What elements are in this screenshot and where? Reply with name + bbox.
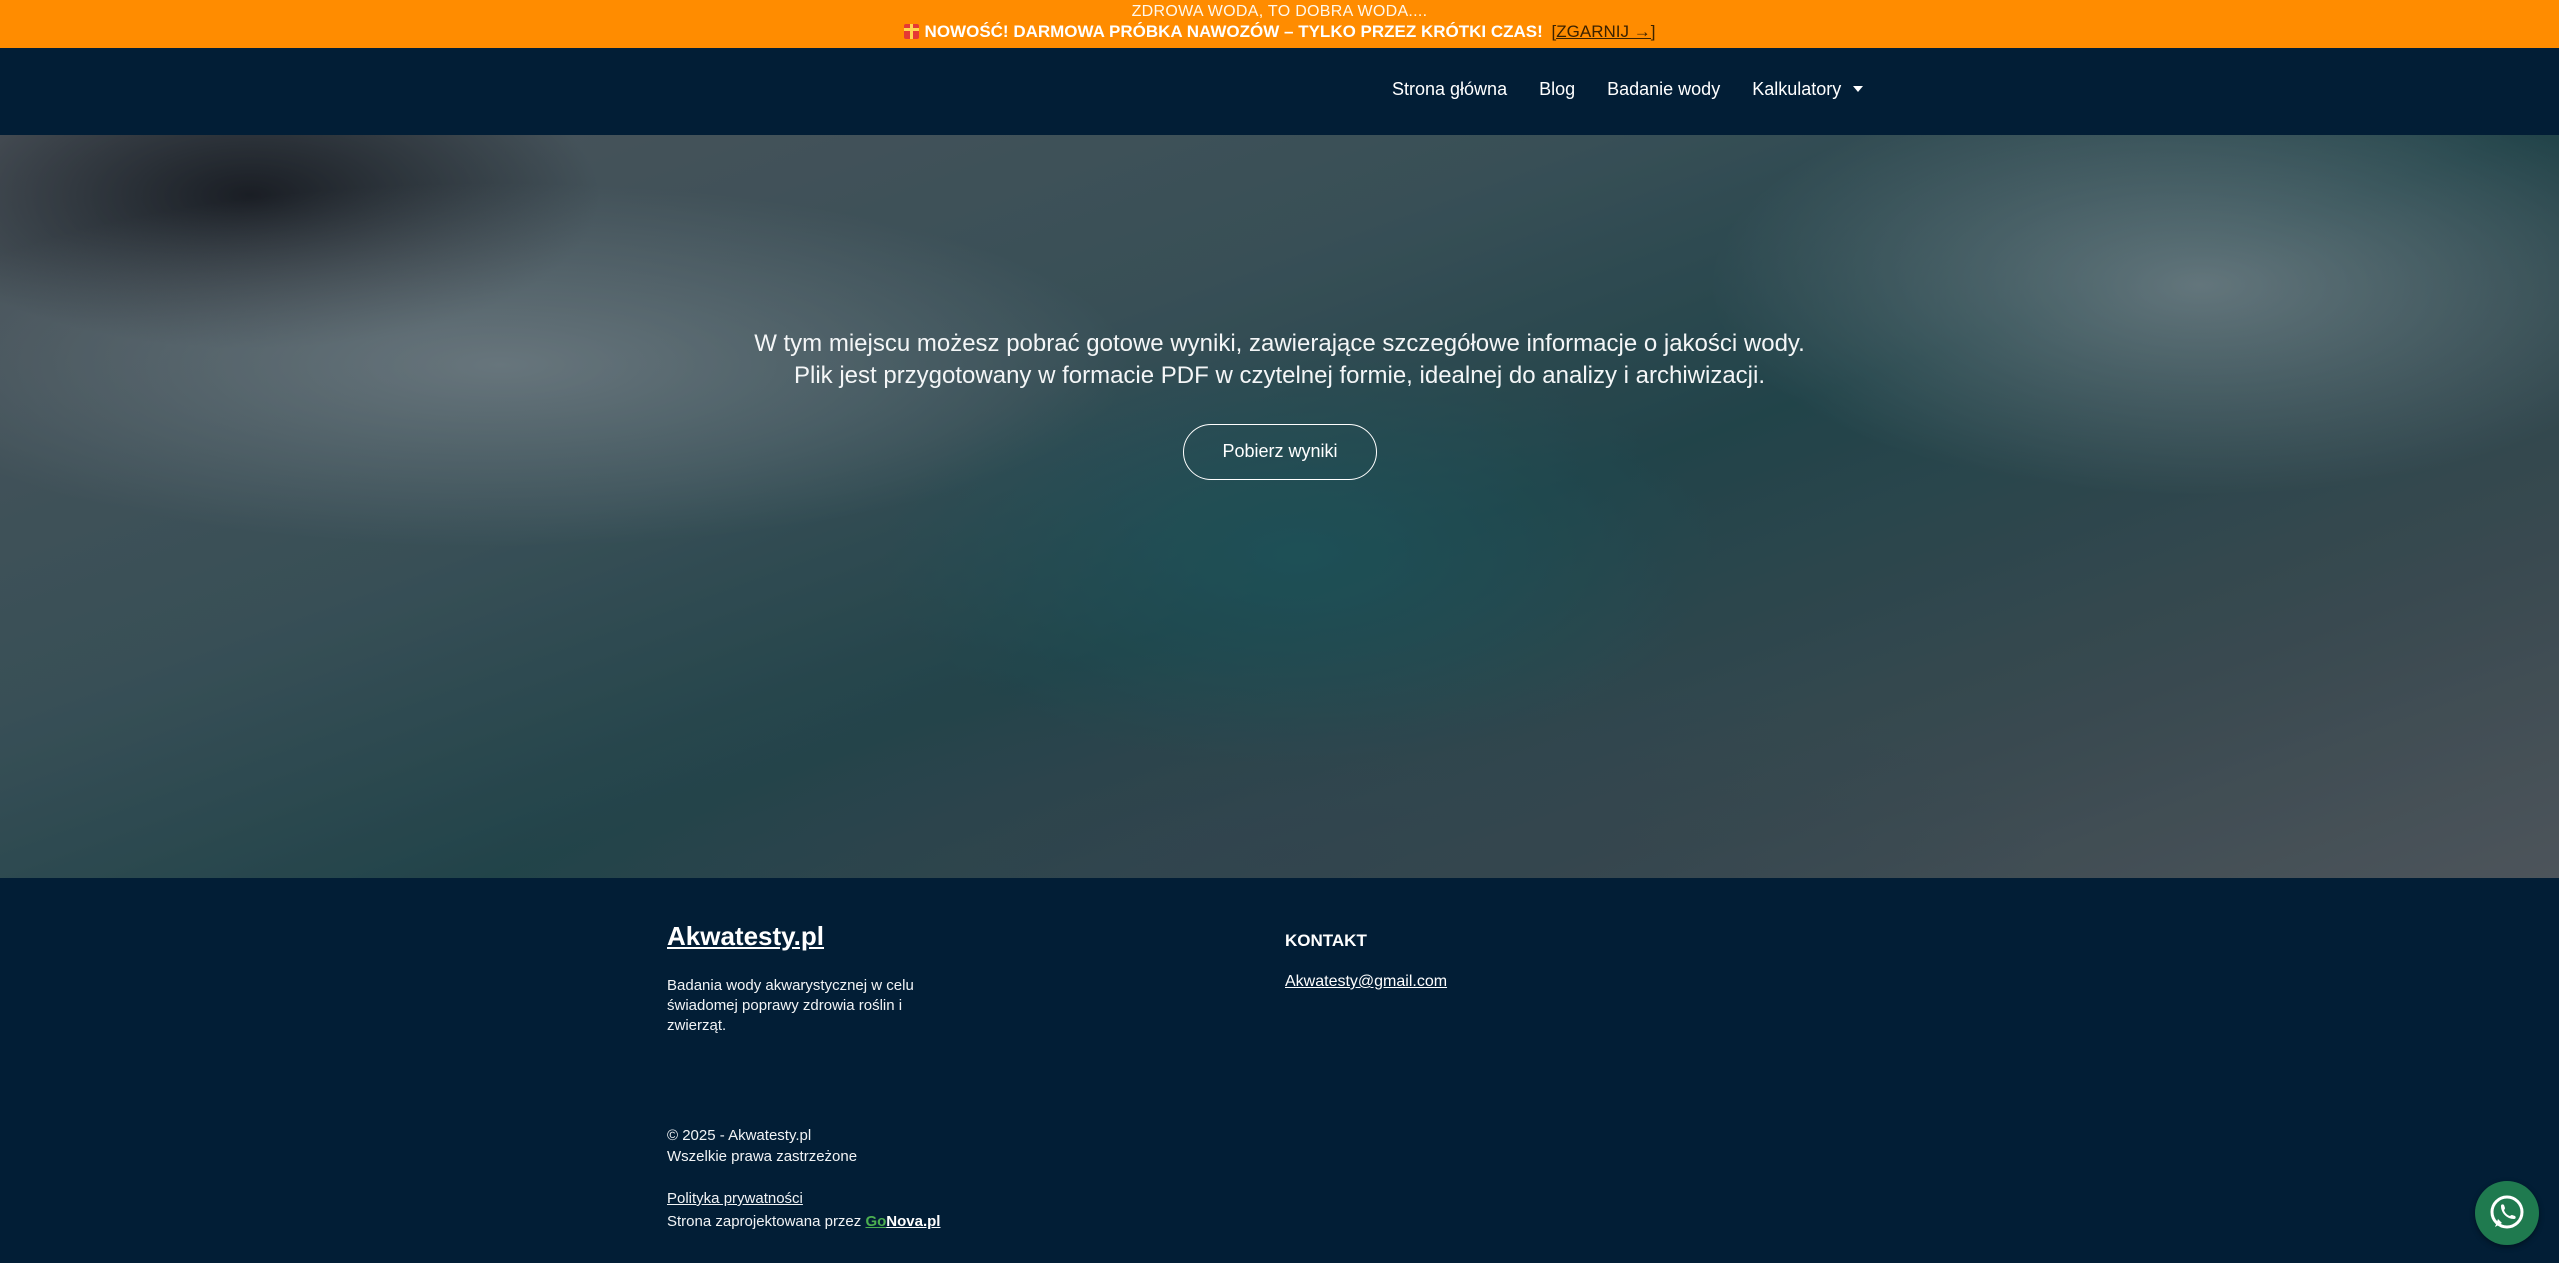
privacy-policy-link[interactable]: Polityka prywatności xyxy=(667,1190,803,1207)
hero-line-2: Plik jest przygotowany w formacie PDF w … xyxy=(793,362,1766,389)
nav-item-water-testing[interactable]: Badanie wody xyxy=(1607,79,1720,100)
copyright-line-1: © 2025 - Akwatesty.pl xyxy=(667,1127,812,1144)
nav-item-home[interactable]: Strona główna xyxy=(1392,79,1507,100)
download-results-button[interactable]: Pobierz wyniki xyxy=(1183,424,1377,480)
footer-brand-link[interactable]: Akwatesty.pl xyxy=(667,921,824,952)
contact-heading: KONTAKT xyxy=(1285,931,1367,950)
nav-item-blog[interactable]: Blog xyxy=(1539,79,1575,100)
copyright-line-2: Wszelkie prawa zastrzeżone xyxy=(667,1148,858,1165)
copyright: © 2025 - Akwatesty.pl Wszelkie prawa zas… xyxy=(667,1125,857,1167)
whatsapp-button[interactable] xyxy=(2475,1181,2539,1245)
promo-announcement: NOWOŚĆ! DARMOWA PRÓBKA NAWOZÓW – TYLKO P… xyxy=(0,22,2559,42)
nav-item-calculators-label: Kalkulatory xyxy=(1752,79,1842,99)
hero-description: W tym miejscu możesz pobrać gotowe wynik… xyxy=(0,328,2559,392)
footer-description: Badania wody akwarystycznej w celu świad… xyxy=(667,977,914,1034)
promo-announcement-text: NOWOŚĆ! DARMOWA PRÓBKA NAWOZÓW – TYLKO P… xyxy=(924,22,1543,41)
caret-down-icon xyxy=(1853,86,1864,92)
hero-section: W tym miejscu możesz pobrać gotowe wynik… xyxy=(0,135,2559,878)
promo-bar: ZDROWA WODA, TO DOBRA WODA.... NOWOŚĆ! D… xyxy=(0,0,2559,48)
gift-icon xyxy=(903,24,919,39)
designer-credit-text: Strona zaprojektowana przez xyxy=(667,1213,866,1230)
whatsapp-icon xyxy=(2490,1195,2524,1229)
contact-email-link[interactable]: Akwatesty@gmail.com xyxy=(1285,973,1447,991)
nav-item-calculators[interactable]: Kalkulatory xyxy=(1752,79,1864,100)
designer-link-nova[interactable]: Nova.pl xyxy=(886,1213,940,1230)
main-navbar: Strona główna Blog Badanie wody Kalkulat… xyxy=(0,48,2559,135)
promo-claim-link[interactable]: [ZGARNIJ →] xyxy=(1552,22,1656,41)
designer-link-go[interactable]: Go xyxy=(865,1213,886,1230)
promo-tagline: ZDROWA WODA, TO DOBRA WODA.... xyxy=(1131,3,1428,20)
nav-menu: Strona główna Blog Badanie wody Kalkulat… xyxy=(1392,79,1864,100)
footer: Akwatesty.pl Badania wody akwarystycznej… xyxy=(0,878,2559,1263)
designer-credit: Strona zaprojektowana przez GoNova.pl xyxy=(667,1213,940,1230)
hero-line-1: W tym miejscu możesz pobrać gotowe wynik… xyxy=(754,330,1805,357)
